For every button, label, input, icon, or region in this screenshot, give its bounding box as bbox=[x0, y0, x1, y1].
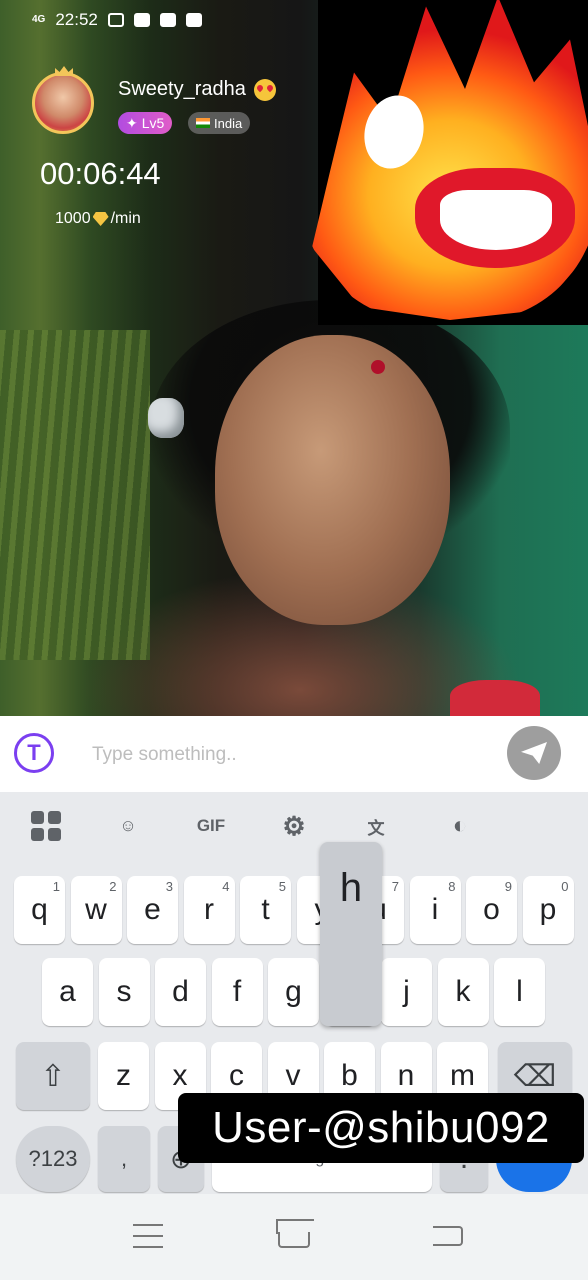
symbols-key[interactable]: ?123 bbox=[16, 1126, 90, 1192]
background-curtain bbox=[0, 330, 150, 660]
key-e[interactable]: e3 bbox=[127, 876, 178, 944]
key-q[interactable]: q1 bbox=[14, 876, 65, 944]
key-label: c bbox=[229, 1059, 244, 1092]
apps-grid-icon[interactable] bbox=[30, 810, 62, 842]
key-label: p bbox=[539, 893, 557, 926]
status-bar: 4G 22:52 bbox=[32, 10, 202, 30]
translate-icon[interactable]: 文 bbox=[360, 810, 392, 842]
youtube-icon bbox=[185, 13, 202, 27]
dress bbox=[450, 680, 540, 716]
key-label: q bbox=[31, 893, 48, 926]
key-label: j bbox=[403, 975, 410, 1008]
key-hint: 2 bbox=[109, 879, 117, 894]
emoji-comma-key[interactable]: , bbox=[98, 1126, 150, 1192]
key-hint: 7 bbox=[391, 879, 399, 894]
key-hint: 5 bbox=[278, 879, 286, 894]
key-label: d bbox=[172, 975, 189, 1008]
key-l[interactable]: l bbox=[494, 958, 545, 1026]
key-label: r bbox=[204, 893, 214, 926]
heart-eyes-emoji-icon bbox=[253, 78, 276, 101]
key-label: z bbox=[116, 1059, 131, 1092]
theme-palette-icon[interactable]: ◐ bbox=[444, 810, 476, 842]
shift-key[interactable]: ⇧ bbox=[16, 1042, 90, 1110]
key-label: x bbox=[172, 1059, 188, 1092]
diamond-icon bbox=[92, 212, 109, 226]
key-hint: 9 bbox=[504, 879, 512, 894]
rate-unit: /min bbox=[110, 210, 141, 227]
home-icon[interactable] bbox=[276, 1219, 314, 1248]
key-label: v bbox=[285, 1059, 301, 1092]
send-button[interactable] bbox=[507, 726, 561, 780]
comma-label: , bbox=[120, 1146, 128, 1171]
back-icon[interactable] bbox=[433, 1226, 463, 1246]
key-f[interactable]: f bbox=[211, 958, 263, 1026]
fire-mouth-inner bbox=[440, 190, 552, 250]
level-label: Lv5 bbox=[141, 115, 165, 131]
video-icon bbox=[133, 13, 150, 27]
key-hint: 1 bbox=[52, 879, 60, 894]
key-d[interactable]: d bbox=[155, 958, 206, 1026]
key-hint: 4 bbox=[222, 879, 230, 894]
bindi bbox=[371, 360, 385, 374]
key-label: b bbox=[341, 1059, 358, 1092]
status-time: 22:52 bbox=[55, 10, 98, 29]
key-label: n bbox=[397, 1059, 415, 1092]
key-label: f bbox=[232, 975, 242, 1008]
instagram-icon bbox=[107, 13, 124, 27]
sparkle-icon: ✦ bbox=[126, 114, 138, 131]
navigation-bar bbox=[0, 1194, 588, 1280]
key-o[interactable]: o9 bbox=[466, 876, 517, 944]
country-badge: India bbox=[188, 112, 251, 134]
recent-apps-icon[interactable] bbox=[133, 1224, 163, 1248]
key-hint: 8 bbox=[448, 879, 456, 894]
key-k[interactable]: k bbox=[437, 958, 489, 1026]
translate-t-icon[interactable]: T bbox=[14, 733, 54, 773]
sticker-icon[interactable]: ☺ bbox=[112, 810, 144, 842]
pressed-key-preview: h bbox=[320, 842, 382, 1026]
mail-icon bbox=[159, 13, 176, 27]
message-input[interactable] bbox=[92, 742, 472, 768]
key-hint: 0 bbox=[561, 879, 569, 894]
key-label: o bbox=[483, 893, 500, 926]
username: Sweety_radha bbox=[118, 78, 246, 100]
key-label: m bbox=[450, 1059, 475, 1092]
avatar[interactable] bbox=[32, 66, 94, 134]
key-label: s bbox=[116, 975, 132, 1008]
key-j[interactable]: j bbox=[381, 958, 432, 1026]
key-p[interactable]: p0 bbox=[522, 876, 574, 944]
key-label: a bbox=[59, 975, 76, 1008]
level-badge: ✦ Lv5 bbox=[118, 112, 173, 134]
india-flag-icon bbox=[196, 118, 210, 128]
key-w[interactable]: w2 bbox=[70, 876, 122, 944]
network-indicator: 4G bbox=[32, 14, 46, 25]
watermark-label: User-@shibu092 bbox=[178, 1093, 584, 1163]
key-t[interactable]: t5 bbox=[240, 876, 291, 944]
key-r[interactable]: r4 bbox=[183, 876, 235, 944]
key-a[interactable]: a bbox=[42, 958, 93, 1026]
country-label: India bbox=[214, 115, 243, 131]
settings-gear-icon[interactable]: ⚙ bbox=[278, 810, 310, 842]
chat-input-bar: T bbox=[0, 716, 588, 792]
key-g[interactable]: g bbox=[268, 958, 319, 1026]
key-label: e bbox=[144, 893, 161, 926]
key-label: t bbox=[261, 893, 270, 926]
key-s[interactable]: s bbox=[98, 958, 150, 1026]
earbud bbox=[148, 398, 184, 438]
username-row: Sweety_radha bbox=[118, 78, 276, 101]
gif-button[interactable]: GIF bbox=[194, 810, 228, 842]
key-label: i bbox=[431, 893, 439, 926]
key-label: l bbox=[516, 975, 523, 1008]
person-face bbox=[215, 335, 450, 625]
call-rate: 1000 /min bbox=[55, 210, 141, 228]
key-hint: 3 bbox=[165, 879, 173, 894]
call-timer: 00:06:44 bbox=[40, 156, 161, 191]
rate-amount: 1000 bbox=[55, 210, 91, 227]
key-label: w bbox=[85, 893, 107, 926]
key-label: g bbox=[285, 975, 302, 1008]
key-label: k bbox=[455, 975, 471, 1008]
key-i[interactable]: i8 bbox=[409, 876, 461, 944]
key-z[interactable]: z bbox=[98, 1042, 149, 1110]
